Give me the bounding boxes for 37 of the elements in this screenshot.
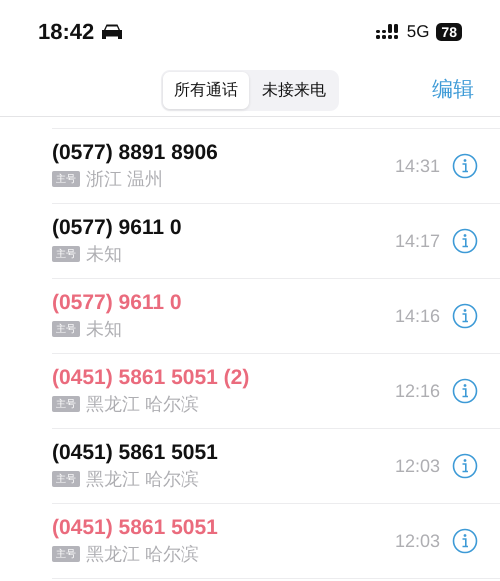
phone-number: (0451) 5861 5051 bbox=[52, 516, 218, 540]
call-time: 14:17 bbox=[394, 230, 440, 252]
info-icon[interactable] bbox=[452, 153, 478, 179]
call-time: 12:03 bbox=[394, 530, 440, 552]
line-badge: 主号 bbox=[52, 246, 80, 262]
network-label: 5G bbox=[406, 22, 430, 42]
phone-number: (0577) 9611 0 bbox=[52, 216, 182, 240]
call-time: 12:16 bbox=[394, 380, 440, 402]
caller-location: 未知 bbox=[86, 318, 122, 341]
car-icon bbox=[100, 23, 124, 41]
caller-location: 黑龙江 哈尔滨 bbox=[86, 543, 200, 566]
clock-time: 18:42 bbox=[38, 19, 94, 45]
battery-level: 78 bbox=[436, 23, 462, 41]
phone-number: (0451) 5861 5051 (2) bbox=[52, 366, 250, 390]
info-icon[interactable] bbox=[452, 453, 478, 479]
line-badge: 主号 bbox=[52, 171, 80, 187]
call-time: 14:31 bbox=[394, 156, 440, 176]
line-badge: 主号 bbox=[52, 471, 80, 487]
info-icon[interactable] bbox=[452, 378, 478, 404]
caller-location: 浙江 温州 bbox=[86, 168, 164, 191]
filter-tab[interactable]: 所有通话 bbox=[163, 72, 249, 108]
caller-location: 黑龙江 哈尔滨 bbox=[86, 468, 200, 491]
caller-location: 未知 bbox=[86, 243, 122, 266]
line-badge: 主号 bbox=[52, 321, 80, 337]
info-icon[interactable] bbox=[452, 303, 478, 329]
line-badge: 主号 bbox=[52, 546, 80, 562]
info-icon[interactable] bbox=[452, 528, 478, 554]
signal-icon bbox=[376, 24, 400, 40]
info-icon[interactable] bbox=[452, 228, 478, 254]
line-badge: 主号 bbox=[52, 396, 80, 412]
filter-tab[interactable]: 未接来电 bbox=[251, 72, 337, 108]
phone-number: (0577) 8891 8906 bbox=[52, 141, 218, 165]
phone-number: (0451) 5861 5051 bbox=[52, 441, 218, 465]
phone-number: (0577) 9611 0 bbox=[52, 291, 182, 315]
caller-location: 黑龙江 哈尔滨 bbox=[86, 393, 200, 416]
call-time: 14:16 bbox=[394, 306, 440, 326]
call-time: 12:03 bbox=[394, 456, 440, 476]
